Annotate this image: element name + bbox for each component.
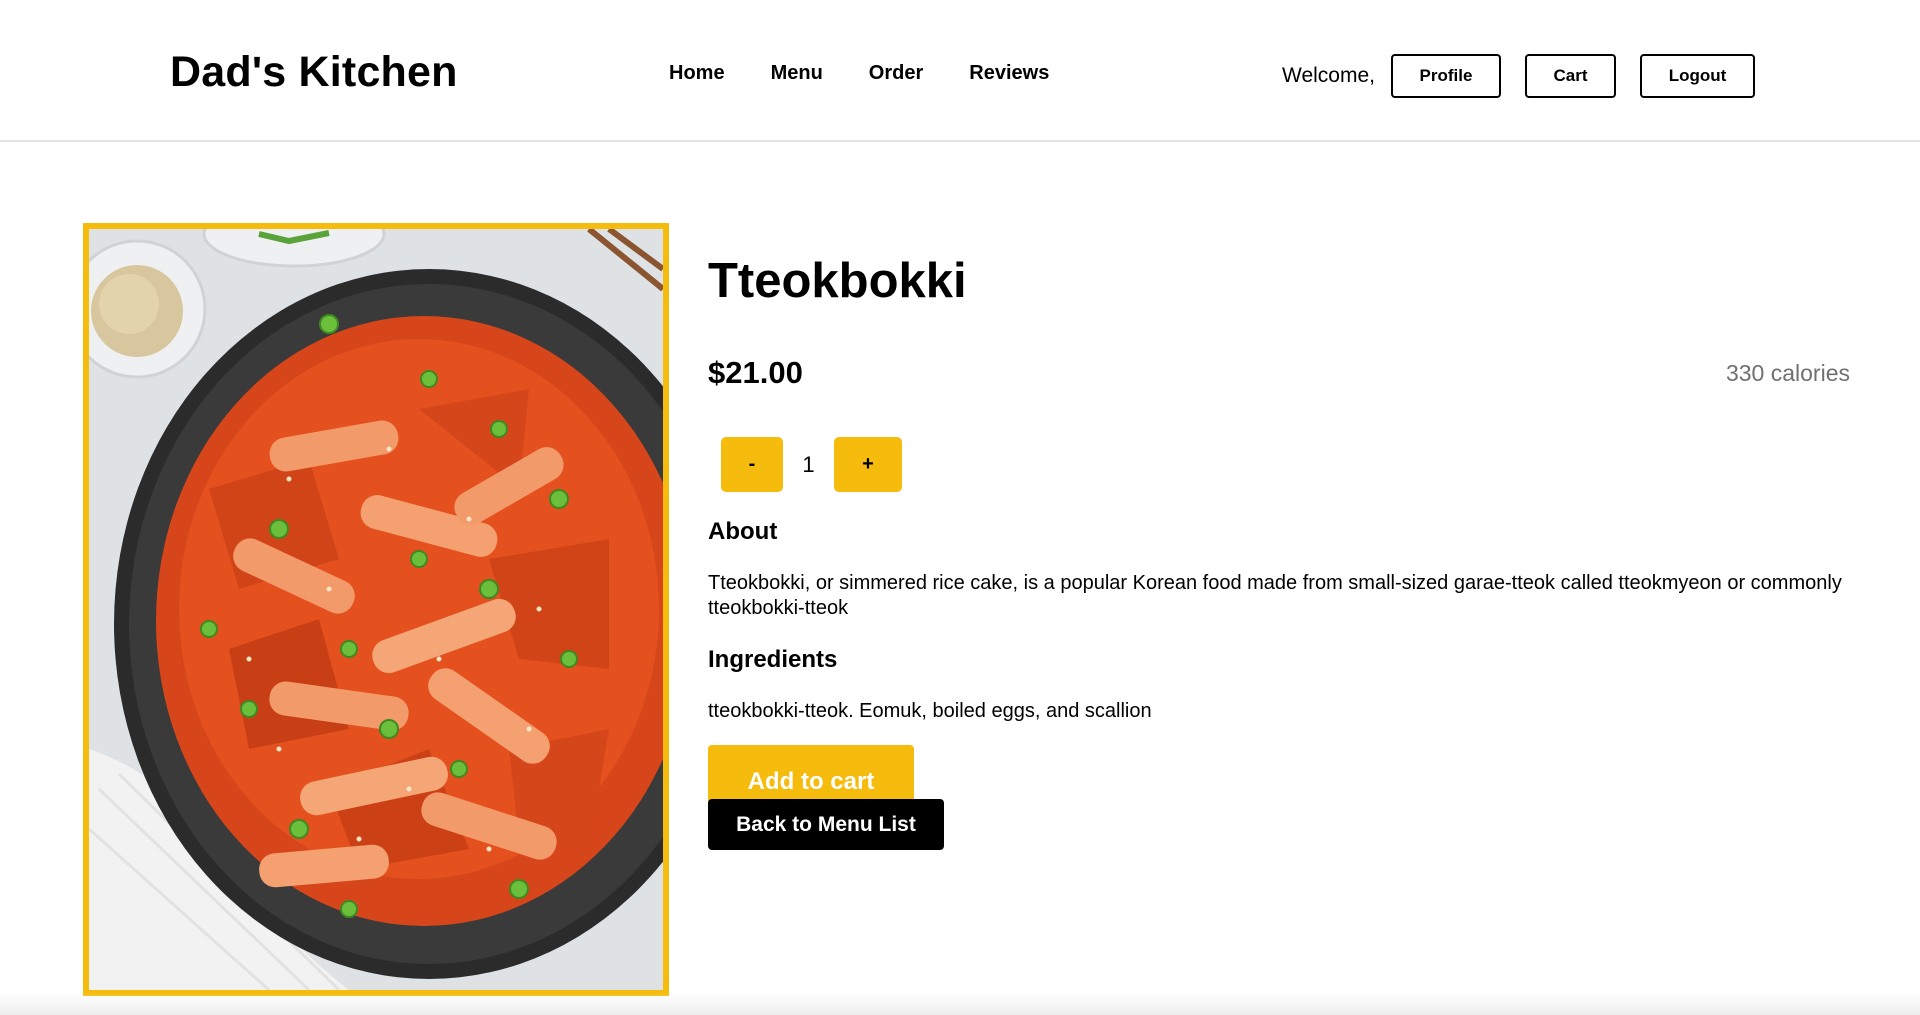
- welcome-text: Welcome,: [1282, 64, 1375, 87]
- back-to-menu-button[interactable]: Back to Menu List: [708, 799, 944, 850]
- page: Dad's Kitchen Home Menu Order Reviews We…: [0, 0, 1920, 1015]
- nav-reviews-link[interactable]: Reviews: [969, 62, 1049, 85]
- food-image: [83, 223, 669, 996]
- nav-home-link[interactable]: Home: [669, 62, 725, 85]
- product-title: Tteokbokki: [708, 254, 967, 308]
- ingredients-text: tteokbokki-tteok. Eomuk, boiled eggs, an…: [708, 700, 1152, 722]
- bottom-edge: [0, 993, 1920, 1015]
- site-header: Dad's Kitchen Home Menu Order Reviews We…: [0, 0, 1920, 142]
- about-heading: About: [708, 518, 778, 545]
- ingredients-heading: Ingredients: [708, 646, 838, 673]
- profile-button[interactable]: Profile: [1390, 54, 1501, 98]
- food-photo-tteokbokki: [89, 229, 663, 990]
- user-area: Welcome, Profile Cart Logout: [1282, 54, 1755, 98]
- nav-order-link[interactable]: Order: [869, 62, 923, 85]
- cart-button[interactable]: Cart: [1524, 54, 1616, 98]
- main-nav: Home Menu Order Reviews: [669, 62, 1049, 85]
- about-text: Tteokbokki, or simmered rice cake, is a …: [708, 572, 1842, 619]
- decrement-button[interactable]: -: [721, 437, 783, 492]
- increment-button[interactable]: +: [834, 437, 902, 492]
- product-calories: 330 calories: [1725, 360, 1850, 386]
- quantity-value: 1: [802, 451, 815, 477]
- product-price: $21.00: [708, 355, 803, 390]
- brand-logo[interactable]: Dad's Kitchen: [170, 48, 458, 97]
- nav-menu-link[interactable]: Menu: [771, 62, 823, 85]
- logout-button[interactable]: Logout: [1639, 54, 1755, 98]
- quantity-stepper: - 1 +: [721, 437, 902, 492]
